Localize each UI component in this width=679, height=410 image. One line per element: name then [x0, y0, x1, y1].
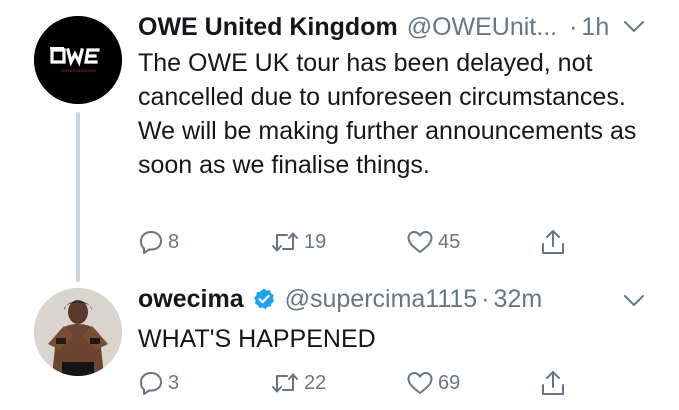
user-handle[interactable]: @supercima1115 [285, 284, 478, 314]
tweet-text: The OWE UK tour has been delayed, not ca… [138, 49, 637, 179]
retweet-icon [270, 370, 300, 396]
reply-icon [138, 229, 164, 255]
tweet[interactable]: UNITED KINGDOM OWE United Kingdom @OWEUn… [0, 0, 679, 282]
tweet-header: owecima @supercima1115 · 32m [138, 284, 655, 314]
share-icon [540, 228, 566, 256]
verified-badge-icon [252, 287, 276, 311]
heart-icon [406, 370, 434, 396]
thread-connector [76, 112, 80, 282]
display-name[interactable]: OWE United Kingdom [138, 12, 398, 42]
separator-dot: · [569, 13, 578, 41]
user-handle[interactable]: @OWEUnit... [407, 12, 557, 42]
like-button[interactable]: 45 [406, 228, 460, 256]
retweet-count: 19 [304, 230, 327, 253]
reply-count: 8 [168, 230, 180, 253]
timestamp[interactable]: 32m [494, 284, 543, 314]
reply-button[interactable]: 8 [138, 228, 179, 256]
owe-logo: UNITED KINGDOM [34, 16, 122, 104]
heart-icon [406, 229, 434, 255]
like-count: 45 [438, 230, 461, 253]
retweet-count: 22 [304, 371, 327, 394]
tweet-actions: 3 22 69 [138, 369, 598, 397]
tweet-text: WHAT'S HAPPENED [138, 325, 376, 353]
reply-button[interactable]: 3 [138, 369, 179, 397]
like-button[interactable]: 69 [406, 369, 460, 397]
avatar[interactable]: UNITED KINGDOM [34, 16, 122, 104]
separator-dot: · [481, 285, 490, 313]
share-button[interactable] [540, 369, 566, 397]
logo-subtext: UNITED KINGDOM [60, 68, 95, 73]
share-icon [540, 369, 566, 397]
chevron-down-icon[interactable] [623, 294, 645, 308]
tweet[interactable]: owecima @supercima1115 · 32m WHAT'S HAPP… [0, 280, 679, 410]
tweet-actions: 8 19 45 [138, 228, 598, 256]
reply-icon [138, 370, 164, 396]
reply-count: 3 [168, 371, 180, 394]
like-count: 69 [438, 371, 461, 394]
share-button[interactable] [540, 228, 566, 256]
tweet-header: OWE United Kingdom @OWEUnit... · 1h [138, 12, 655, 42]
profile-photo [34, 288, 122, 376]
timestamp[interactable]: 1h [581, 12, 609, 42]
retweet-button[interactable]: 19 [270, 228, 326, 256]
tweet-thread: UNITED KINGDOM OWE United Kingdom @OWEUn… [0, 0, 679, 410]
retweet-button[interactable]: 22 [270, 369, 326, 397]
retweet-icon [270, 229, 300, 255]
avatar[interactable] [34, 288, 122, 376]
display-name[interactable]: owecima [138, 284, 244, 314]
chevron-down-icon[interactable] [623, 20, 645, 34]
